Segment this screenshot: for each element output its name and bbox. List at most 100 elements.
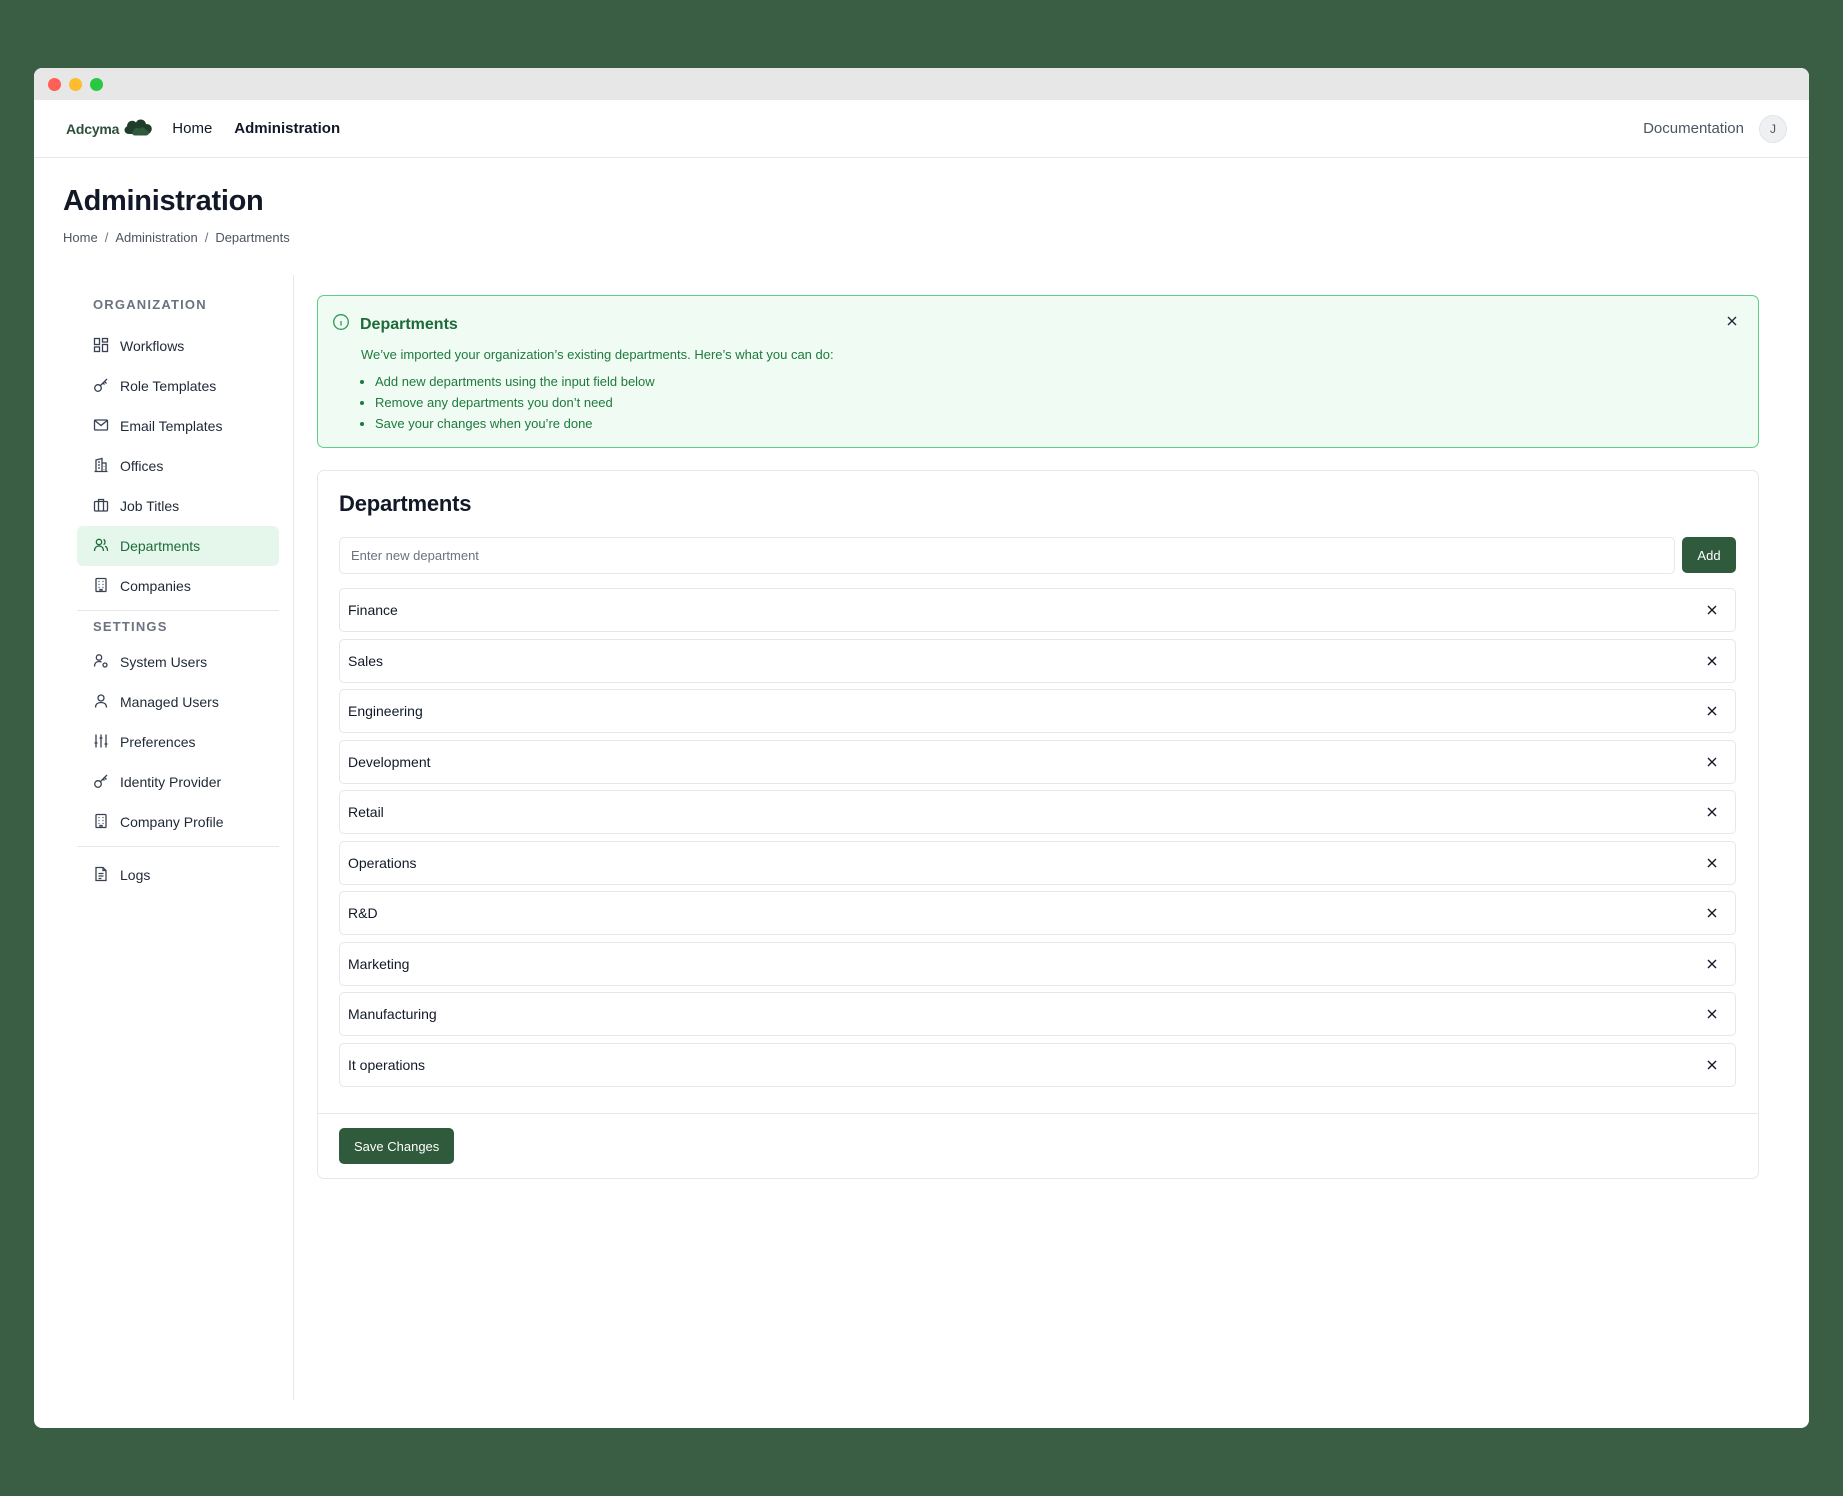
remove-department-button[interactable] [1704,956,1720,972]
window-close-button[interactable] [48,77,61,91]
new-department-input[interactable] [339,537,1675,574]
alert-title: Departments [360,315,458,333]
close-icon [1707,605,1717,615]
nav-administration[interactable]: Administration [234,120,340,137]
page-title: Administration [63,185,264,217]
page-header: Administration Home / Administration / D… [34,158,1809,245]
window-titlebar [34,68,1809,100]
add-department-row: Add [339,537,1736,574]
sidebar-item-role-templates[interactable]: Role Templates [77,366,279,406]
documentation-link[interactable]: Documentation [1643,120,1744,137]
remove-department-button[interactable] [1704,804,1720,820]
sidebar-item-system-users[interactable]: System Users [77,642,279,682]
remove-department-button[interactable] [1704,703,1720,719]
sidebar-item-managed-users[interactable]: Managed Users [77,682,279,722]
window-minimize-button[interactable] [69,77,82,91]
department-name: Sales [348,652,384,669]
alert-description: We’ve imported your organization’s exist… [361,347,834,362]
sidebar-item-email-templates[interactable]: Email Templates [77,406,279,446]
sidebar-item-logs[interactable]: Logs [77,855,279,895]
sidebar-item-departments[interactable]: Departments [77,526,279,566]
sliders-icon [93,733,109,752]
remove-department-button[interactable] [1704,1057,1720,1073]
sidebar-item-label: Offices [120,458,164,474]
building-icon [93,457,109,476]
brand-name: Adcyma [66,120,120,137]
department-row: Manufacturing [339,992,1736,1036]
close-icon [1707,757,1717,766]
sidebar-divider [77,846,279,847]
sidebar-item-label: System Users [120,654,208,670]
sidebar-item-label: Role Templates [120,378,217,394]
sidebar-item-label: Preferences [120,734,196,750]
office-building-icon [93,577,109,596]
close-icon [1707,656,1717,665]
remove-department-button[interactable] [1704,653,1720,669]
card-body: Departments Add Finance Sales [318,471,1758,1113]
sidebar-item-companies[interactable]: Companies [77,566,279,606]
department-row: Sales [339,638,1736,683]
sidebar-item-preferences[interactable]: Preferences [77,722,279,762]
breadcrumb-separator: / [104,230,109,245]
remove-department-button[interactable] [1704,855,1720,871]
sidebar-item-company-profile[interactable]: Company Profile [77,802,279,842]
sidebar-item-label: Managed Users [120,694,219,710]
users-icon [93,537,109,556]
add-department-button[interactable]: Add [1682,537,1736,573]
top-navigation: Adcyma Home Administration Documentation… [34,100,1809,158]
main-panel: Departments We’ve imported your organiza… [294,275,1809,1400]
department-row: Marketing [339,941,1736,986]
grid-icon [93,337,109,356]
user-gear-icon [93,653,109,672]
sidebar-item-offices[interactable]: Offices [77,446,279,486]
window-maximize-button[interactable] [90,77,103,91]
info-alert: Departments We’ve imported your organiza… [317,295,1759,448]
content-area: ORGANIZATION Workflows Role Templates Em… [34,275,1809,1400]
remove-department-button[interactable] [1704,1006,1720,1022]
sidebar-item-workflows[interactable]: Workflows [77,326,279,366]
sidebar-divider [77,610,279,611]
department-row: R&D [339,891,1736,935]
sidebar-item-label: Identity Provider [120,774,222,790]
breadcrumb-separator: / [204,230,209,245]
card-title: Departments [339,491,472,516]
department-row: Engineering [339,689,1736,733]
user-icon [93,693,109,712]
close-icon [1707,807,1717,817]
breadcrumb-home[interactable]: Home [63,230,98,245]
sidebar-item-label: Job Titles [120,498,180,514]
breadcrumb-administration[interactable]: Administration [115,230,197,245]
brand-logo[interactable]: Adcyma [66,115,154,142]
sidebar-item-label: Email Templates [120,418,223,434]
sidebar-item-job-titles[interactable]: Job Titles [77,486,279,526]
sidebar-item-label: Workflows [120,338,185,354]
department-name: Development [348,753,431,770]
sidebar-heading-organization: ORGANIZATION [93,297,207,312]
remove-department-button[interactable] [1704,754,1720,770]
breadcrumb: Home / Administration / Departments [63,230,1780,245]
info-icon [332,313,350,336]
close-icon [1707,1060,1717,1069]
alert-close-button[interactable] [1724,313,1740,329]
remove-department-button[interactable] [1704,905,1720,921]
close-icon [1727,316,1737,326]
sidebar-item-label: Company Profile [120,814,224,830]
briefcase-icon [93,497,109,516]
alert-list: Add new departments using the input fiel… [375,374,1740,431]
cloud-icon [122,115,154,142]
department-name: Marketing [348,955,410,972]
sidebar-item-identity-provider[interactable]: Identity Provider [77,762,279,802]
avatar[interactable]: J [1759,114,1787,143]
close-icon [1707,858,1717,867]
alert-list-item: Add new departments using the input fiel… [375,374,1740,389]
department-name: Operations [348,854,417,871]
department-name: R&D [348,905,378,921]
alert-header: Departments [332,313,1740,336]
remove-department-button[interactable] [1704,602,1720,618]
department-name: It operations [348,1056,426,1073]
nav-home[interactable]: Home [172,120,212,137]
department-row: Development [339,739,1736,784]
sidebar-item-label: Companies [120,578,191,594]
save-changes-button[interactable]: Save Changes [339,1128,455,1164]
close-icon [1707,706,1717,716]
